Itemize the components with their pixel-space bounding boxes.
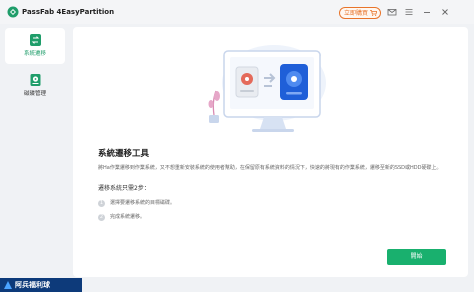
mail-icon[interactable] xyxy=(387,7,397,17)
migration-illustration xyxy=(208,45,326,132)
sidebar-item-system-migrate[interactable]: 系統遷移 xyxy=(5,28,65,64)
sidebar: 系統遷移 磁碟管理 xyxy=(0,24,70,292)
menu-icon[interactable] xyxy=(404,7,414,17)
buy-now-label: 立即購買 xyxy=(344,10,369,17)
app-logo-icon xyxy=(7,6,19,18)
disk-manage-icon xyxy=(30,74,41,86)
description-text: 將Ha作業遷移到作業系統，又不想重新安裝系統的使用者幫助，在保留原有系統資料的情… xyxy=(98,165,442,171)
watermark-logo-icon xyxy=(4,281,12,289)
steps-title: 遷移系統只需2步： xyxy=(98,185,150,192)
step-number: 2 xyxy=(98,214,105,221)
start-button[interactable]: 開始 xyxy=(387,249,446,265)
title-bar: PassFab 4EasyPartition 立即購買 xyxy=(0,0,474,24)
sidebar-item-disk-manage[interactable]: 磁碟管理 xyxy=(5,68,65,104)
sidebar-item-label: 系統遷移 xyxy=(23,51,46,57)
system-migrate-icon xyxy=(30,34,41,46)
buy-now-button[interactable]: 立即購買 xyxy=(339,7,381,19)
step-text: 選擇要遷移系統的目標磁碟。 xyxy=(110,200,176,206)
step-text: 完成系統遷移。 xyxy=(110,214,146,220)
watermark-text: 阿兵福利球 xyxy=(15,281,50,289)
cart-icon xyxy=(370,10,377,16)
close-icon[interactable] xyxy=(440,7,450,17)
app-title: PassFab 4EasyPartition xyxy=(22,8,115,16)
page-title: 系統遷移工具 xyxy=(98,149,150,159)
minimize-icon[interactable] xyxy=(422,7,432,17)
watermark: 阿兵福利球 xyxy=(0,278,82,292)
sidebar-item-label: 磁碟管理 xyxy=(23,91,46,97)
step-number: 1 xyxy=(98,200,105,207)
main-panel: 系統遷移工具 將Ha作業遷移到作業系統，又不想重新安裝系統的使用者幫助，在保留原… xyxy=(73,27,468,277)
